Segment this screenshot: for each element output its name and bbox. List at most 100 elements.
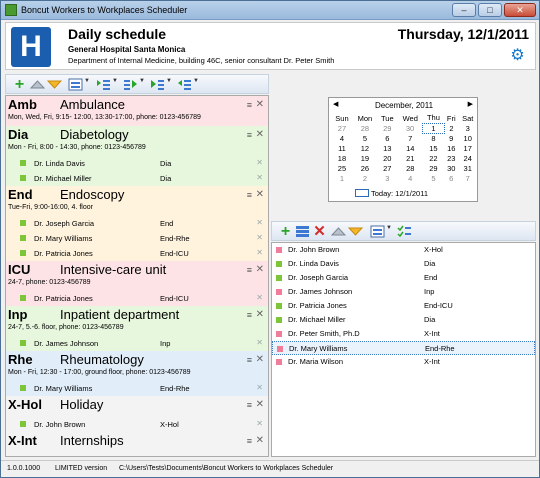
calendar-day[interactable]: 6 bbox=[377, 133, 398, 143]
remove-icon[interactable]: ✕ bbox=[256, 293, 263, 302]
calendar-day[interactable]: 21 bbox=[398, 153, 423, 163]
sort-icon[interactable] bbox=[370, 224, 385, 239]
calendar-day[interactable]: 16 bbox=[444, 143, 458, 153]
calendar-day[interactable]: 18 bbox=[331, 153, 353, 163]
expand-icon[interactable] bbox=[123, 77, 138, 92]
calendar-day[interactable]: 5 bbox=[423, 173, 444, 183]
remove-icon[interactable]: ✕ bbox=[256, 338, 263, 347]
outdent-icon[interactable] bbox=[177, 77, 192, 92]
calendar-day[interactable]: 8 bbox=[423, 133, 444, 143]
staff-row[interactable]: Dr. John Brown X-Hol ✕ bbox=[6, 417, 268, 432]
delete-icon[interactable]: ✕ bbox=[312, 224, 327, 239]
department-header[interactable]: Inp Inpatient department 24-7, 5.-6. flo… bbox=[6, 306, 268, 336]
chevron-down-icon[interactable]: ▼ bbox=[386, 225, 392, 231]
calendar-day[interactable]: 15 bbox=[423, 143, 444, 153]
close-icon[interactable]: ✕ bbox=[256, 399, 264, 410]
chevron-down-icon[interactable]: ▼ bbox=[84, 78, 90, 84]
worker-row[interactable]: Dr. Joseph Garcia End bbox=[272, 271, 535, 285]
worker-row[interactable]: Dr. Mary Williams End-Rhe bbox=[272, 341, 535, 355]
calendar-day[interactable]: 29 bbox=[423, 163, 444, 173]
move-down-icon[interactable] bbox=[347, 224, 364, 239]
calendar-day[interactable]: 24 bbox=[458, 153, 477, 163]
close-icon[interactable]: ✕ bbox=[256, 189, 264, 200]
menu-icon[interactable]: ≡ bbox=[247, 355, 252, 365]
calendar-day[interactable]: 6 bbox=[444, 173, 458, 183]
worker-row[interactable]: Dr. Michael Miller Dia bbox=[272, 313, 535, 327]
maximize-button[interactable]: □ bbox=[478, 3, 502, 17]
remove-icon[interactable]: ✕ bbox=[256, 419, 263, 428]
menu-icon[interactable]: ≡ bbox=[247, 400, 252, 410]
calendar-day[interactable]: 2 bbox=[353, 173, 377, 183]
calendar-day[interactable]: 3 bbox=[377, 173, 398, 183]
calendar-day[interactable]: 28 bbox=[398, 163, 423, 173]
calendar-day[interactable]: 4 bbox=[398, 173, 423, 183]
calendar-day[interactable]: 4 bbox=[331, 133, 353, 143]
calendar-day[interactable]: 25 bbox=[331, 163, 353, 173]
calendar-day[interactable]: 12 bbox=[353, 143, 377, 153]
worker-row[interactable]: Dr. John Brown X-Hol bbox=[272, 243, 535, 257]
department-header[interactable]: Amb Ambulance Mon, Wed, Fri, 9:15- 12:00… bbox=[6, 96, 268, 126]
checklist-icon[interactable] bbox=[397, 224, 412, 239]
calendar-day[interactable]: 19 bbox=[353, 153, 377, 163]
staff-row[interactable]: Dr. Michael Miller Dia ✕ bbox=[6, 171, 268, 186]
department-header[interactable]: X-Hol Holiday ≡ ✕ bbox=[6, 396, 268, 417]
close-icon[interactable]: ✕ bbox=[256, 99, 264, 110]
calendar-day[interactable]: 7 bbox=[458, 173, 477, 183]
calendar-day[interactable]: 17 bbox=[458, 143, 477, 153]
worker-row[interactable]: Dr. Patricia Jones End-ICU bbox=[272, 299, 535, 313]
department-header[interactable]: Rhe Rheumatology Mon - Fri, 12:30 - 17:0… bbox=[6, 351, 268, 381]
staff-row[interactable]: Dr. Joseph Garcia End ✕ bbox=[6, 216, 268, 231]
calendar-day[interactable]: 30 bbox=[444, 163, 458, 173]
menu-icon[interactable]: ≡ bbox=[247, 130, 252, 140]
today-label[interactable]: Today: 12/1/2011 bbox=[371, 189, 428, 198]
calendar-day[interactable]: 27 bbox=[377, 163, 398, 173]
indent-icon[interactable] bbox=[96, 77, 111, 92]
chevron-down-icon[interactable]: ▼ bbox=[139, 78, 145, 84]
close-button[interactable]: ✕ bbox=[504, 3, 536, 17]
menu-icon[interactable]: ≡ bbox=[247, 190, 252, 200]
calendar-day[interactable]: 2 bbox=[444, 123, 458, 133]
staff-row[interactable]: Dr. Mary Williams End-Rhe ✕ bbox=[6, 381, 268, 396]
department-header[interactable]: End Endoscopy Tue-Fri, 9:00-16:00, 4. fl… bbox=[6, 186, 268, 216]
remove-icon[interactable]: ✕ bbox=[256, 248, 263, 257]
calendar-day[interactable]: 26 bbox=[353, 163, 377, 173]
move-up-icon[interactable] bbox=[29, 77, 46, 92]
worker-row[interactable]: Dr. James Johnson Inp bbox=[272, 285, 535, 299]
add-icon[interactable]: + bbox=[12, 77, 27, 93]
calendar[interactable]: ◀ December, 2011 ▶ Sun Mon Tue Wed Thu Fri Sat… bbox=[328, 97, 478, 202]
edit-list-icon[interactable] bbox=[295, 224, 310, 239]
worker-row[interactable]: Dr. Maria Wilson X-Int bbox=[272, 355, 535, 369]
chevron-down-icon[interactable]: ▼ bbox=[166, 78, 172, 84]
calendar-day[interactable]: 14 bbox=[398, 143, 423, 153]
staff-row[interactable]: Dr. James Johnson Inp ✕ bbox=[6, 336, 268, 351]
staff-row[interactable]: Dr. Maria Wilson X-Int ✕ bbox=[6, 453, 268, 456]
calendar-day[interactable]: 29 bbox=[377, 123, 398, 133]
close-icon[interactable]: ✕ bbox=[256, 264, 264, 275]
department-header[interactable]: X-Int Internships ≡ ✕ bbox=[6, 432, 268, 453]
department-header[interactable]: Dia Diabetology Mon - Fri, 8:00 - 14:30,… bbox=[6, 126, 268, 156]
calendar-day[interactable]: 3 bbox=[458, 123, 477, 133]
close-icon[interactable]: ✕ bbox=[256, 309, 264, 320]
menu-icon[interactable]: ≡ bbox=[247, 310, 252, 320]
sort-icon[interactable] bbox=[68, 77, 83, 92]
calendar-day[interactable]: 31 bbox=[458, 163, 477, 173]
remove-icon[interactable]: ✕ bbox=[256, 158, 263, 167]
remove-icon[interactable]: ✕ bbox=[256, 173, 263, 182]
menu-icon[interactable]: ≡ bbox=[247, 436, 252, 446]
worker-row[interactable]: Dr. Linda Davis Dia bbox=[272, 257, 535, 271]
calendar-day[interactable]: 10 bbox=[458, 133, 477, 143]
chevron-down-icon[interactable]: ▼ bbox=[193, 78, 199, 84]
add-icon[interactable]: + bbox=[278, 224, 293, 240]
staff-row[interactable]: Dr. Mary Williams End-Rhe ✕ bbox=[6, 231, 268, 246]
calendar-day[interactable]: 5 bbox=[353, 133, 377, 143]
worker-row[interactable]: Dr. Peter Smith, Ph.D X-Int bbox=[272, 327, 535, 341]
calendar-day[interactable]: 20 bbox=[377, 153, 398, 163]
collapse-icon[interactable] bbox=[150, 77, 165, 92]
close-icon[interactable]: ✕ bbox=[256, 354, 264, 365]
calendar-day[interactable]: 27 bbox=[331, 123, 353, 133]
calendar-day[interactable]: 13 bbox=[377, 143, 398, 153]
close-icon[interactable]: ✕ bbox=[256, 435, 264, 446]
remove-icon[interactable]: ✕ bbox=[256, 455, 263, 456]
staff-row[interactable]: Dr. Linda Davis Dia ✕ bbox=[6, 156, 268, 171]
move-up-icon[interactable] bbox=[330, 224, 347, 239]
